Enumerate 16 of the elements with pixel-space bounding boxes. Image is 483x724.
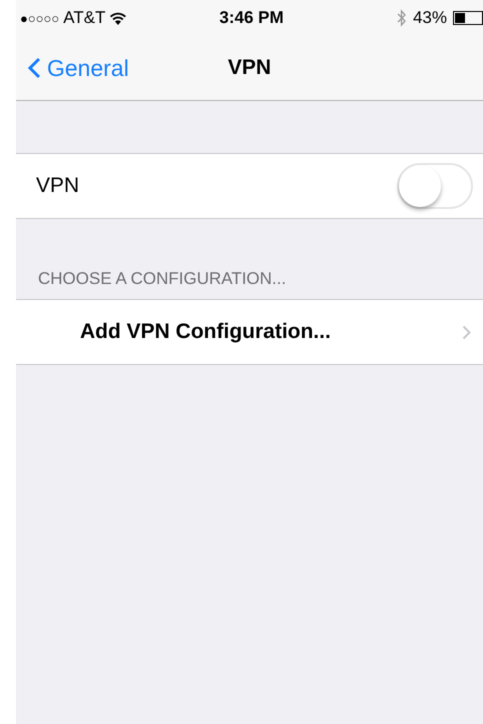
vpn-label: VPN	[36, 174, 80, 198]
wifi-icon	[109, 11, 128, 25]
carrier-name: AT&T	[63, 8, 106, 28]
battery-icon	[453, 11, 483, 25]
chevron-left-icon	[28, 57, 41, 79]
section-header: CHOOSE A CONFIGURATION...	[37, 268, 288, 290]
bluetooth-icon	[396, 9, 407, 27]
add-configuration-row[interactable]: Add VPN Configuration...	[16, 299, 483, 365]
battery-percentage: 43%	[412, 8, 447, 28]
add-configuration-label: Add VPN Configuration...	[80, 320, 332, 344]
status-time: 3:46 PM	[219, 8, 284, 28]
chevron-right-icon	[462, 324, 471, 340]
nav-title: VPN	[228, 56, 272, 80]
back-button[interactable]: General	[16, 54, 228, 82]
vpn-toggle[interactable]	[397, 163, 473, 209]
signal-strength: ●○○○○	[20, 10, 60, 26]
